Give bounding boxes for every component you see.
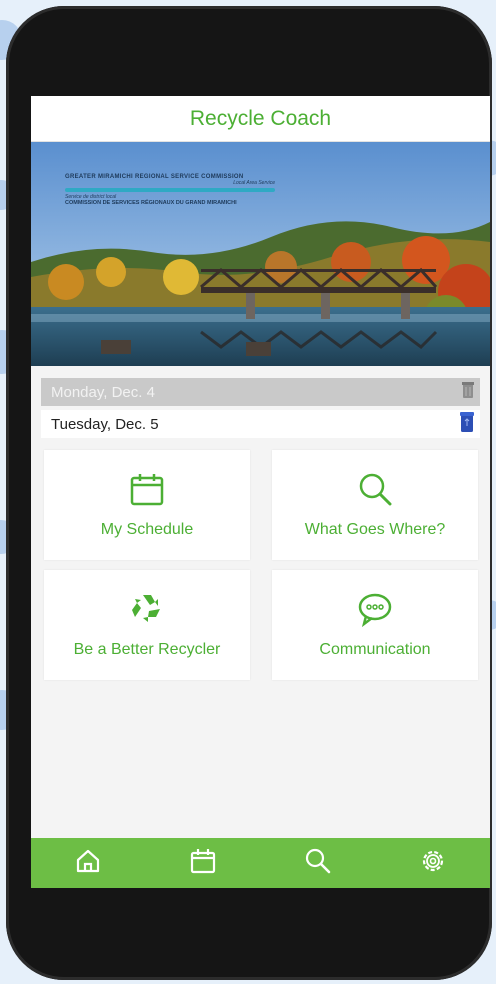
search-icon	[304, 847, 332, 880]
logo-swoosh	[65, 188, 275, 192]
tile-label: Be a Better Recycler	[73, 641, 221, 658]
tile-label: What Goes Where?	[304, 521, 446, 538]
org-tagline-en: Local Area Service	[233, 180, 275, 186]
tile-better-recycler[interactable]: Be a Better Recycler	[44, 570, 250, 680]
tile-my-schedule[interactable]: My Schedule	[44, 450, 250, 560]
calendar-icon	[189, 847, 217, 880]
recycle-icon	[129, 591, 165, 627]
nav-home-button[interactable]	[68, 843, 108, 883]
tile-communication[interactable]: Communication	[272, 570, 478, 680]
calendar-icon	[129, 471, 165, 507]
home-icon	[74, 847, 102, 880]
app-title: Recycle Coach	[189, 106, 332, 130]
app-screen: Recycle Coach GREATER MIRAMICHI REGIONAL…	[31, 96, 490, 888]
schedule-date-next: Tuesday, Dec. 5	[51, 415, 159, 433]
tile-what-goes-where[interactable]: What Goes Where?	[272, 450, 478, 560]
nav-search-button[interactable]	[298, 843, 338, 883]
chat-bubble-icon	[357, 591, 393, 627]
garbage-can-icon	[462, 381, 474, 403]
recycling-bin-icon	[460, 411, 474, 437]
org-logo: GREATER MIRAMICHI REGIONAL SERVICE COMMI…	[65, 174, 275, 206]
nav-calendar-button[interactable]	[183, 843, 223, 883]
app-header: Recycle Coach	[31, 96, 490, 142]
phone-frame: Recycle Coach GREATER MIRAMICHI REGIONAL…	[6, 6, 492, 980]
gear-icon	[419, 847, 447, 880]
search-icon	[357, 471, 393, 507]
schedule-row-past[interactable]: Monday, Dec. 4	[41, 378, 480, 406]
tile-label: My Schedule	[100, 521, 194, 538]
schedule-date-past: Monday, Dec. 4	[51, 383, 155, 401]
nav-settings-button[interactable]	[413, 843, 453, 883]
bottom-nav	[31, 838, 490, 888]
banner-photo: GREATER MIRAMICHI REGIONAL SERVICE COMMI…	[31, 142, 490, 366]
tile-label: Communication	[319, 641, 431, 658]
schedule-row-next[interactable]: Tuesday, Dec. 5	[41, 410, 480, 438]
org-name-fr: COMMISSION DE SERVICES RÉGIONAUX DU GRAN…	[65, 200, 237, 206]
